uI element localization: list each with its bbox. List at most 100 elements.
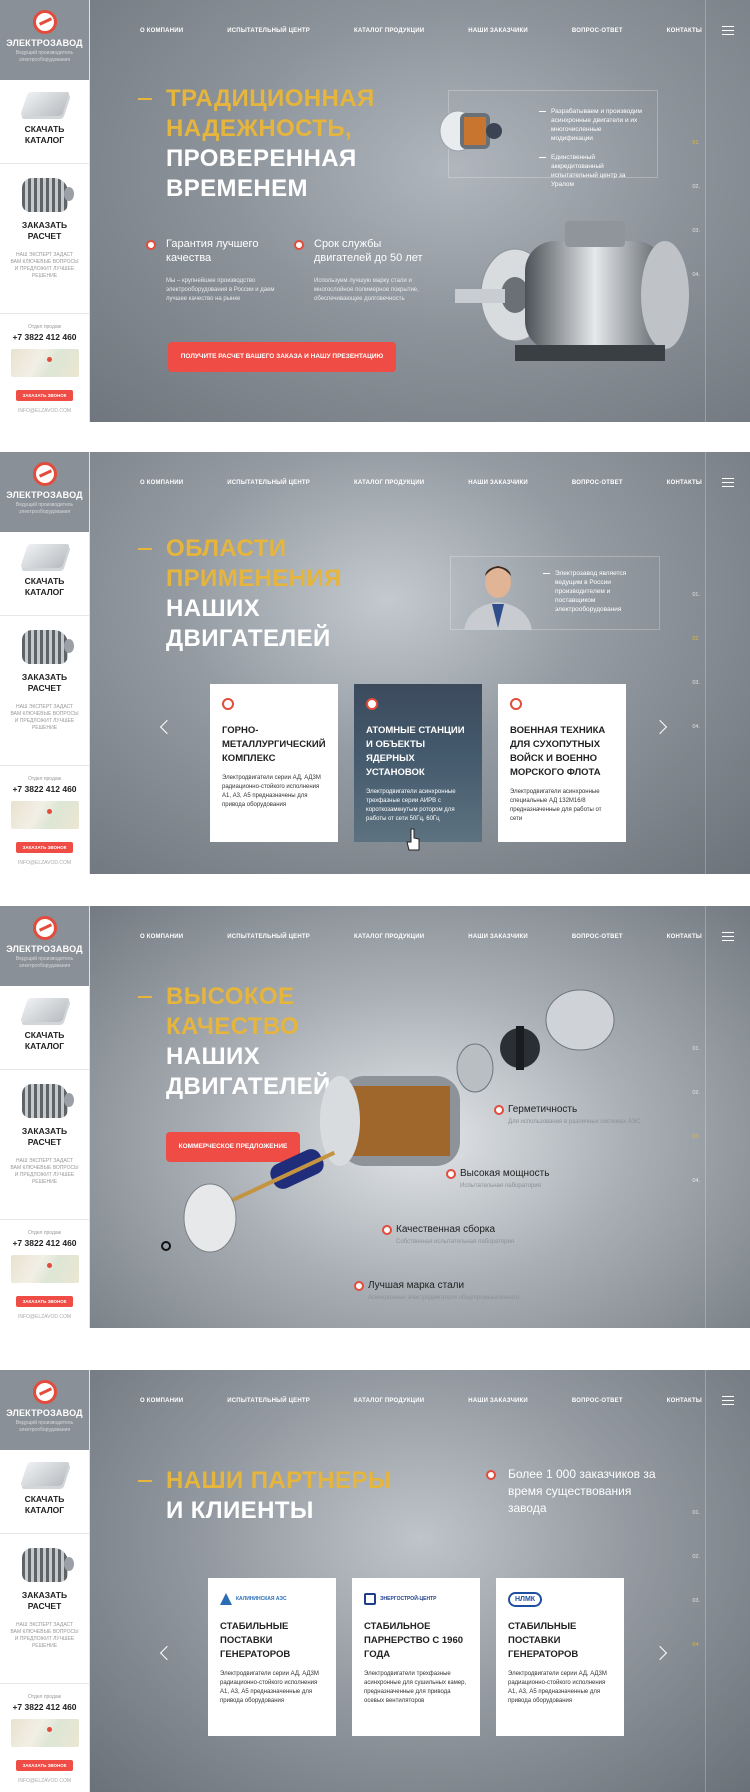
partner-card[interactable]: ЭНЕРГОСТРОЙ-ЦЕНТР СТАБИЛЬНОЕ ПАРНЕРСТВО … (352, 1578, 480, 1736)
logo[interactable]: ЭЛЕКТРОЗАВОД Ведущий производитель элект… (0, 906, 89, 986)
badge-icon (294, 240, 304, 250)
nav-faq[interactable]: ВОПРОС-ОТВЕТ (572, 28, 623, 34)
partner-card[interactable]: КАЛИНИНСКАЯ АЭС СТАБИЛЬНЫЕ ПОСТАВКИ ГЕНЕ… (208, 1578, 336, 1736)
nav-customers[interactable]: НАШИ ЗАКАЗЧИКИ (468, 934, 528, 940)
nav-customers[interactable]: НАШИ ЗАКАЗЧИКИ (468, 480, 528, 486)
step-2[interactable]: 02. (692, 1554, 700, 1598)
email-link[interactable]: INFO@ELZAVOD.COM (4, 1314, 85, 1320)
nav-about[interactable]: О КОМПАНИИ (140, 1398, 183, 1404)
nav-test-center[interactable]: ИСПЫТАТЕЛЬНЫЙ ЦЕНТР (227, 934, 310, 940)
application-card-active[interactable]: АТОМНЫЕ СТАНЦИИ И ОБЪЕКТЫ ЯДЕРНЫХ УСТАНО… (354, 684, 482, 842)
nav-catalog[interactable]: КАТАЛОГ ПРОДУКЦИИ (354, 1398, 424, 1404)
step-1[interactable]: 01. (692, 1510, 700, 1554)
section-title: НАШИХ ДВИГАТЕЛЕЙ (166, 595, 331, 652)
order-calculation-button[interactable]: ЗАКАЗАТЬ РАСЧЕТ НАШ ЭКСПЕРТ ЗАДАСТ ВАМ К… (0, 1070, 89, 1220)
logo[interactable]: ЭЛЕКТРОЗАВОД Ведущий производитель элект… (0, 0, 89, 80)
nav-catalog[interactable]: КАТАЛОГ ПРОДУКЦИИ (354, 28, 424, 34)
partner-logo: КАЛИНИНСКАЯ АЭС (220, 1592, 324, 1606)
map-thumbnail[interactable] (10, 1255, 79, 1283)
download-catalog-button[interactable]: СКАЧАТЬ КАТАЛОГ (0, 80, 89, 164)
nav-customers[interactable]: НАШИ ЗАКАЗЧИКИ (468, 28, 528, 34)
partner-logo: НЛМК (508, 1591, 612, 1607)
step-1[interactable]: 01. (692, 592, 700, 636)
nav-about[interactable]: О КОМПАНИИ (140, 480, 183, 486)
application-card[interactable]: ВОЕННАЯ ТЕХНИКА ДЛЯ СУХОПУТНЫХ ВОЙСК И В… (498, 684, 626, 842)
nav-contacts[interactable]: КОНТАКТЫ (667, 480, 702, 486)
arrow-left-icon[interactable] (159, 719, 175, 735)
phone-number[interactable]: +7 3822 412 460 (4, 332, 85, 342)
badge-icon (146, 240, 156, 250)
map-thumbnail[interactable] (10, 1719, 79, 1747)
nav-test-center[interactable]: ИСПЫТАТЕЛЬНЫЙ ЦЕНТР (227, 1398, 310, 1404)
catalog-icon (19, 1462, 70, 1486)
email-link[interactable]: INFO@ELZAVOD.COM (4, 1778, 85, 1784)
nav-contacts[interactable]: КОНТАКТЫ (667, 934, 702, 940)
step-2[interactable]: 02. (692, 1090, 700, 1134)
email-link[interactable]: INFO@ELZAVOD.COM (4, 408, 85, 414)
phone-number[interactable]: +7 3822 412 460 (4, 784, 85, 794)
phone-number[interactable]: +7 3822 412 460 (4, 1238, 85, 1248)
card-title: АТОМНЫЕ СТАНЦИИ И ОБЪЕКТЫ ЯДЕРНЫХ УСТАНО… (366, 725, 465, 778)
nav-contacts[interactable]: КОНТАКТЫ (667, 28, 702, 34)
step-1[interactable]: 01. (692, 1046, 700, 1090)
info-text-1: Разрабатываем и производим асинхронные д… (539, 107, 643, 143)
request-call-button[interactable]: ЗАКАЗАТЬ ЗВОНОК (16, 842, 73, 853)
arrow-right-icon[interactable] (652, 719, 668, 735)
feature-quality: Гарантия лучшего качества Мы – крупнейше… (166, 238, 275, 302)
menu-icon[interactable] (722, 26, 734, 38)
step-3[interactable]: 03. (692, 680, 700, 724)
info-text: Электрозавод является ведущим в России п… (543, 569, 649, 614)
download-catalog-button[interactable]: СКАЧАТЬ КАТАЛОГ (0, 532, 89, 616)
card-text: Электродвигатели асинхронные специальные… (510, 789, 602, 822)
order-calculation-button[interactable]: ЗАКАЗАТЬ РАСЧЕТ НАШ ЭКСПЕРТ ЗАДАСТ ВАМ К… (0, 164, 89, 314)
menu-icon[interactable] (722, 932, 734, 944)
request-call-button[interactable]: ЗАКАЗАТЬ ЗВОНОК (16, 1760, 73, 1771)
top-nav: О КОМПАНИИ ИСПЫТАТЕЛЬНЫЙ ЦЕНТР КАТАЛОГ П… (140, 1398, 746, 1404)
badge-icon (494, 1105, 504, 1115)
logo[interactable]: ЭЛЕКТРОЗАВОД Ведущий производитель элект… (0, 452, 89, 532)
nav-faq[interactable]: ВОПРОС-ОТВЕТ (572, 934, 623, 940)
download-catalog-button[interactable]: СКАЧАТЬ КАТАЛОГ (0, 986, 89, 1070)
logo[interactable]: ЭЛЕКТРОЗАВОД Ведущий производитель элект… (0, 1370, 89, 1450)
nav-about[interactable]: О КОМПАНИИ (140, 934, 183, 940)
step-4[interactable]: 04. (692, 1178, 700, 1222)
step-3[interactable]: 03. (692, 1134, 700, 1178)
sales-dept-label: Отдел продаж (27, 1230, 62, 1236)
arrow-right-icon[interactable] (652, 1645, 668, 1661)
step-4[interactable]: 04. (692, 724, 700, 768)
step-2[interactable]: 02. (692, 636, 700, 680)
phone-number[interactable]: +7 3822 412 460 (4, 1702, 85, 1712)
get-presentation-button[interactable]: ПОЛУЧИТЕ РАСЧЕТ ВАШЕГО ЗАКАЗА И НАШУ ПРЕ… (168, 342, 396, 372)
order-calculation-button[interactable]: ЗАКАЗАТЬ РАСЧЕТ НАШ ЭКСПЕРТ ЗАДАСТ ВАМ К… (0, 616, 89, 766)
step-3[interactable]: 03. (692, 1598, 700, 1642)
nav-faq[interactable]: ВОПРОС-ОТВЕТ (572, 480, 623, 486)
nav-contacts[interactable]: КОНТАКТЫ (667, 1398, 702, 1404)
arrow-left-icon[interactable] (159, 1645, 175, 1661)
nav-catalog[interactable]: КАТАЛОГ ПРОДУКЦИИ (354, 934, 424, 940)
request-call-button[interactable]: ЗАКАЗАТЬ ЗВОНОК (16, 390, 73, 401)
menu-icon[interactable] (722, 478, 734, 490)
map-thumbnail[interactable] (10, 801, 79, 829)
nav-about[interactable]: О КОМПАНИИ (140, 28, 183, 34)
request-call-button[interactable]: ЗАКАЗАТЬ ЗВОНОК (16, 1296, 73, 1307)
catalog-label: СКАЧАТЬ КАТАЛОГ (24, 1494, 65, 1515)
slide-steps: 01. 02. 03. 04. (692, 1510, 700, 1686)
card-title: СТАБИЛЬНОЕ ПАРНЕРСТВО С 1960 ГОДА (364, 1621, 464, 1660)
nav-faq[interactable]: ВОПРОС-ОТВЕТ (572, 1398, 623, 1404)
order-calculation-button[interactable]: ЗАКАЗАТЬ РАСЧЕТ НАШ ЭКСПЕРТ ЗАДАСТ ВАМ К… (0, 1534, 89, 1684)
application-card[interactable]: ГОРНО-МЕТАЛЛУРГИЧЕСКИЙ КОМПЛЕКС Электрод… (210, 684, 338, 842)
partner-card[interactable]: НЛМК СТАБИЛЬНЫЕ ПОСТАВКИ ГЕНЕРАТОРОВ Эле… (496, 1578, 624, 1736)
order-label: ЗАКАЗАТЬ РАСЧЕТ (21, 1126, 68, 1147)
logo-icon (32, 10, 57, 34)
nav-customers[interactable]: НАШИ ЗАКАЗЧИКИ (468, 1398, 528, 1404)
nav-test-center[interactable]: ИСПЫТАТЕЛЬНЫЙ ЦЕНТР (227, 480, 310, 486)
nav-test-center[interactable]: ИСПЫТАТЕЛЬНЫЙ ЦЕНТР (227, 28, 310, 34)
email-link[interactable]: INFO@ELZAVOD.COM (4, 860, 85, 866)
step-1[interactable]: 01. (692, 140, 700, 184)
order-note: НАШ ЭКСПЕРТ ЗАДАСТ ВАМ КЛЮЧЕВЫЕ ВОПРОСЫ … (10, 1622, 79, 1649)
download-catalog-button[interactable]: СКАЧАТЬ КАТАЛОГ (0, 1450, 89, 1534)
map-thumbnail[interactable] (10, 349, 79, 377)
menu-icon[interactable] (722, 1396, 734, 1408)
nav-catalog[interactable]: КАТАЛОГ ПРОДУКЦИИ (354, 480, 424, 486)
step-4[interactable]: 04. (692, 1642, 700, 1686)
